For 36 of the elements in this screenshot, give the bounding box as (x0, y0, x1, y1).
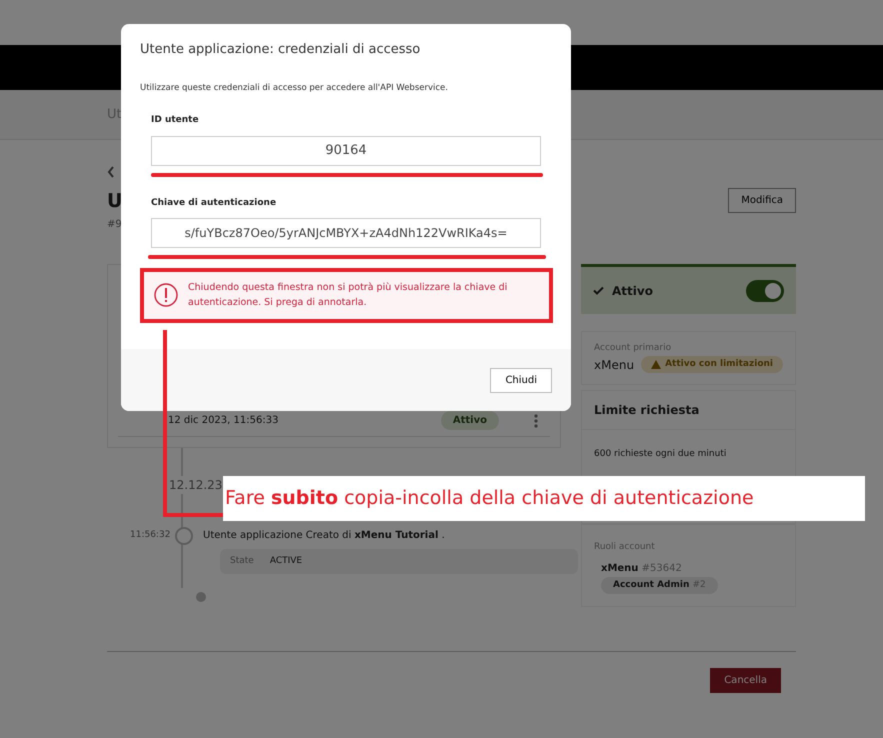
warning-badge: Attivo con limitazioni (641, 356, 783, 374)
history-date: 12 dic 2023, 11:56:33 (168, 414, 278, 428)
rate-limit-text: 600 richieste ogni due minuti (593, 448, 728, 460)
status-badge: Attivo (440, 411, 499, 430)
field-label: Ruoli account (594, 541, 656, 554)
field-label: ID utente (151, 114, 200, 128)
warning-icon (651, 360, 662, 369)
field-label: Chiave di autenticazione (151, 196, 278, 210)
timeline-end-dot (196, 592, 206, 602)
delete-button[interactable]: Cancella (710, 668, 781, 693)
account-name: xMenu (594, 356, 634, 374)
warning-text: Chiudendo questa finestra non si potrà più visualizzare la chiave di autenticazione. Si prega di annotarla. (188, 281, 508, 310)
alert-icon (154, 283, 178, 308)
dialog-title: Utente applicazione: credenziali di accesso (140, 41, 422, 59)
dialog-intro: Utilizzare queste credenziali di accesso per accedere all'API Webservice. (140, 82, 449, 94)
text-field[interactable]: s/fuYBcz87Oeo/5yrANJcMBYX+zA4dNh122VwRIKa4s= (151, 218, 541, 248)
page-subtitle: #9 (107, 218, 121, 232)
account-id: #53642 (642, 562, 682, 574)
edit-button[interactable]: Modifica (728, 188, 796, 214)
more-icon[interactable] (534, 414, 538, 428)
close-button[interactable]: Chiudi (490, 368, 552, 392)
timeline-node (175, 526, 193, 544)
event-text: Utente applicazione Creato di xMenu Tutorial . (203, 529, 445, 543)
timeline-date: 12.12.23 (169, 476, 222, 494)
back-icon[interactable] (107, 166, 115, 178)
card-title: Limite richiesta (582, 390, 795, 430)
annotation-text: Fare subito copia-incolla della chiave di autenticazione (225, 486, 754, 512)
check-icon (593, 286, 604, 295)
page-title: U (107, 188, 122, 214)
status-label: Attivo (612, 282, 653, 300)
text-field[interactable]: 90164 (151, 136, 541, 166)
account-name: xMenu (601, 562, 638, 574)
field-label: Account primario (594, 342, 672, 355)
status-toggle[interactable] (746, 280, 784, 302)
event-time: 11:56:32 (130, 528, 172, 542)
event-details: State ACTIVE (220, 548, 578, 574)
